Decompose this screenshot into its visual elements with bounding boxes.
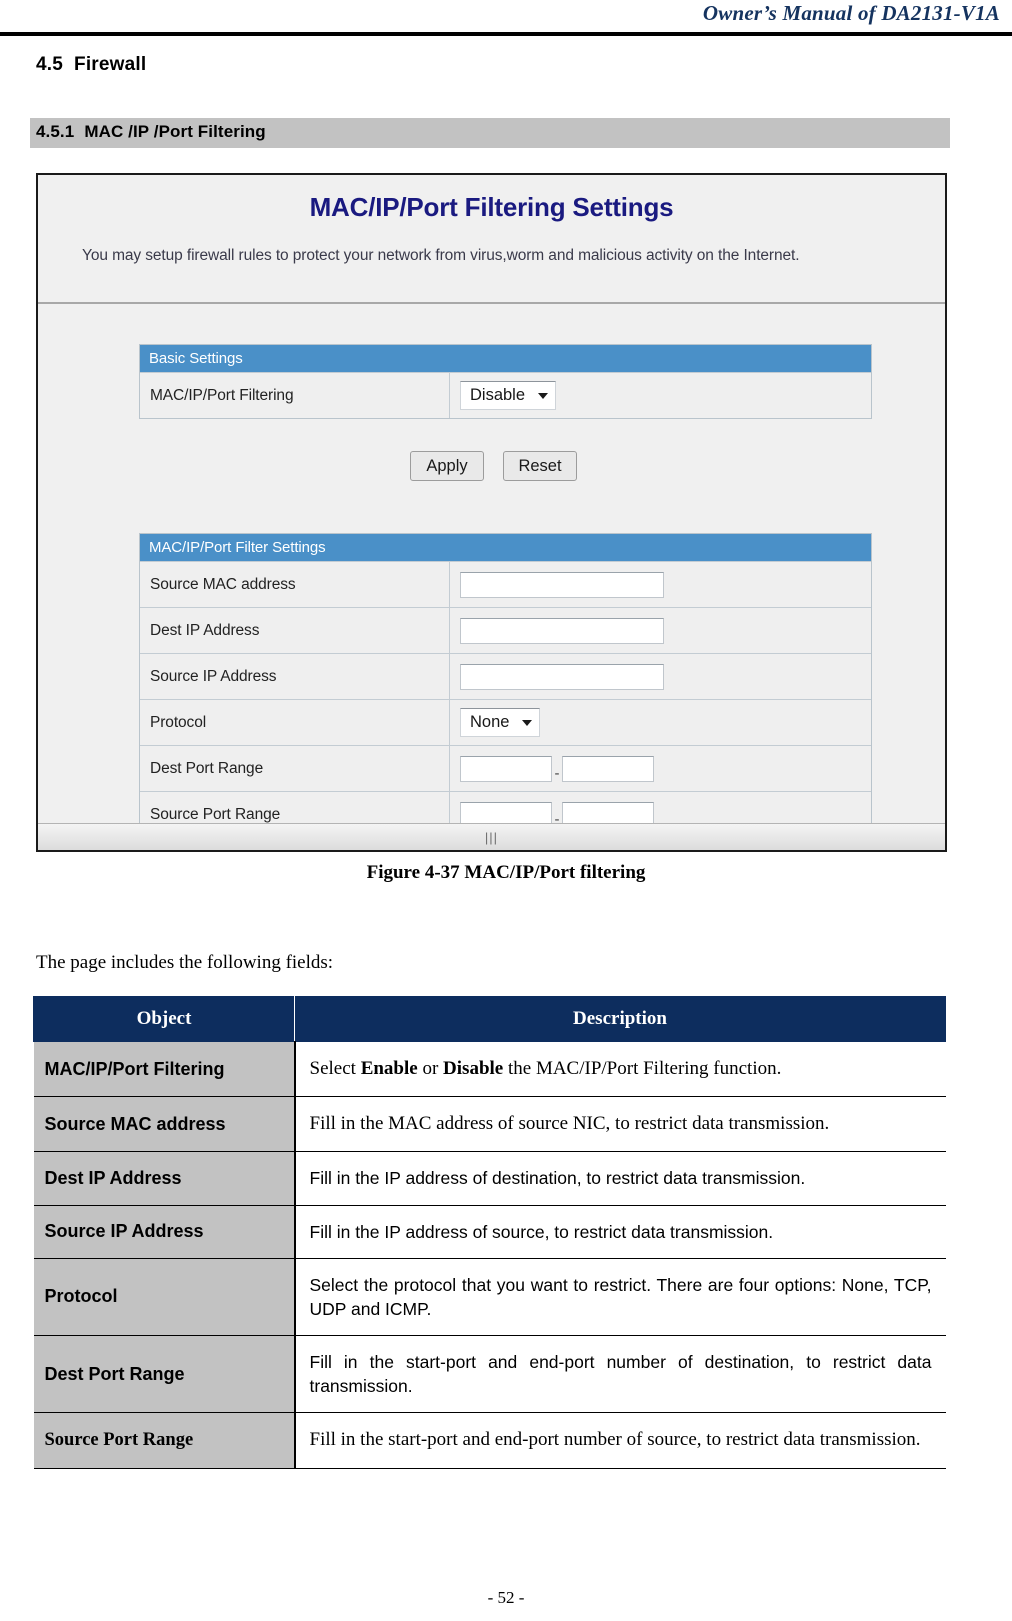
field-description-cell: Fill in the start-port and end-port numb… bbox=[294, 1412, 946, 1469]
header-rule-divider bbox=[0, 32, 1012, 36]
row-source-ip-address: Source IP Address bbox=[140, 653, 871, 699]
mac-ip-port-filtering-select-value: Disable bbox=[470, 386, 526, 404]
figure-caption: Figure 4-37 MAC/IP/Port filtering bbox=[366, 862, 646, 883]
value-source-ip-address bbox=[450, 654, 871, 699]
field-description-cell: Select the protocol that you want to res… bbox=[294, 1258, 946, 1337]
label-source-ip-address: Source IP Address bbox=[140, 654, 450, 699]
field-table-body: MAC/IP/Port Filtering Select Enable or Di… bbox=[33, 1041, 946, 1469]
chevron-down-icon bbox=[522, 719, 533, 726]
mac-ip-port-filtering-select[interactable]: Disable bbox=[460, 381, 557, 410]
dest-ip-address-input[interactable] bbox=[460, 617, 664, 644]
row-source-mac-address: Source MAC address bbox=[140, 561, 871, 607]
column-header-object: Object bbox=[33, 996, 295, 1042]
value-mac-ip-port-filtering: Disable bbox=[450, 373, 871, 418]
subsection-number: 4.5.1 bbox=[36, 122, 75, 141]
row-dest-ip-address: Dest IP Address bbox=[140, 607, 871, 653]
field-object-cell: Source Port Range bbox=[33, 1412, 296, 1469]
subsection-heading-band: 4.5.1 MAC /IP /Port Filtering bbox=[30, 118, 950, 148]
table-row: Source IP Address Fill in the IP address … bbox=[33, 1205, 946, 1259]
subsection-title: MAC /IP /Port Filtering bbox=[84, 122, 266, 141]
dest-port-range-start-input[interactable] bbox=[460, 755, 552, 782]
field-description-cell: Fill in the IP address of source, to res… bbox=[294, 1205, 946, 1259]
intro-paragraph: The page includes the following fields: bbox=[36, 952, 334, 973]
column-header-description: Description bbox=[294, 996, 946, 1042]
row-protocol: Protocol None bbox=[140, 699, 871, 745]
field-description-cell: Select Enable or Disable the MAC/IP/Port… bbox=[294, 1041, 946, 1098]
screenshot-page-title: MAC/IP/Port Filtering Settings bbox=[309, 192, 674, 222]
field-object-cell: Dest IP Address bbox=[33, 1151, 296, 1206]
section-heading-firewall: 4.5 Firewall bbox=[36, 54, 146, 76]
table-row: Source MAC address Fill in the MAC addres… bbox=[33, 1096, 946, 1153]
apply-button[interactable]: Apply bbox=[410, 451, 484, 481]
field-description-cell: Fill in the start-port and end-port numb… bbox=[294, 1335, 946, 1414]
section-number: 4.5 bbox=[36, 54, 64, 75]
reset-button[interactable]: Reset bbox=[503, 451, 577, 481]
running-header: Owner’s Manual of DA2131-V1A bbox=[0, 0, 1012, 36]
value-source-mac-address bbox=[450, 562, 871, 607]
basic-settings-header: Basic Settings bbox=[140, 345, 871, 372]
protocol-select-value: None bbox=[470, 713, 510, 731]
screenshot-scrollbar[interactable]: ||| bbox=[38, 823, 945, 850]
label-mac-ip-port-filtering: MAC/IP/Port Filtering bbox=[140, 373, 450, 418]
label-dest-port-range: Dest Port Range bbox=[140, 746, 450, 791]
dest-port-range-separator: - bbox=[554, 764, 560, 782]
value-protocol: None bbox=[450, 700, 871, 745]
basic-settings-buttons: Apply Reset bbox=[410, 451, 577, 481]
protocol-select[interactable]: None bbox=[460, 708, 541, 737]
field-object-cell: MAC/IP/Port Filtering bbox=[33, 1041, 296, 1098]
filter-settings-panel: MAC/IP/Port Filter Settings Source MAC a… bbox=[139, 533, 872, 838]
value-dest-port-range: - bbox=[450, 746, 871, 791]
filter-settings-header: MAC/IP/Port Filter Settings bbox=[140, 534, 871, 561]
figure-screenshot: MAC/IP/Port Filtering Settings You may s… bbox=[36, 173, 947, 852]
field-object-cell: Source IP Address bbox=[33, 1205, 296, 1259]
row-dest-port-range: Dest Port Range - bbox=[140, 745, 871, 791]
dest-port-range-end-input[interactable] bbox=[562, 755, 654, 782]
field-object-cell: Protocol bbox=[33, 1258, 296, 1337]
screenshot-page-description: You may setup firewall rules to protect … bbox=[82, 247, 800, 264]
table-row: Source Port Range Fill in the start-port … bbox=[33, 1412, 946, 1469]
label-protocol: Protocol bbox=[140, 700, 450, 745]
subsection-heading: 4.5.1 MAC /IP /Port Filtering bbox=[36, 122, 266, 142]
table-row: Dest IP Address Fill in the IP address of… bbox=[33, 1151, 946, 1206]
row-mac-ip-port-filtering: MAC/IP/Port Filtering Disable bbox=[140, 372, 871, 418]
field-description-cell: Fill in the MAC address of source NIC, t… bbox=[294, 1096, 946, 1153]
label-dest-ip-address: Dest IP Address bbox=[140, 608, 450, 653]
table-row: MAC/IP/Port Filtering Select Enable or Di… bbox=[33, 1041, 946, 1098]
table-row: Protocol Select the protocol that you wan… bbox=[33, 1258, 946, 1337]
table-header-row: Object Description bbox=[33, 996, 946, 1042]
table-row: Dest Port Range Fill in the start-port an… bbox=[33, 1335, 946, 1414]
scrollbar-grip-icon: ||| bbox=[484, 829, 499, 845]
label-source-mac-address: Source MAC address bbox=[140, 562, 450, 607]
field-description-table: Object Description MAC/IP/Port Filtering… bbox=[33, 996, 946, 1469]
value-dest-ip-address bbox=[450, 608, 871, 653]
source-ip-address-input[interactable] bbox=[460, 663, 664, 690]
manual-title: Owner’s Manual of DA2131-V1A bbox=[702, 1, 1000, 25]
page-number-footer: - 52 - bbox=[487, 1588, 525, 1607]
field-description-cell: Fill in the IP address of destination, t… bbox=[294, 1151, 946, 1206]
screenshot-divider bbox=[38, 302, 945, 304]
chevron-down-icon bbox=[538, 392, 549, 399]
section-title: Firewall bbox=[74, 54, 147, 75]
source-mac-address-input[interactable] bbox=[460, 571, 664, 598]
field-object-cell: Dest Port Range bbox=[33, 1335, 296, 1414]
basic-settings-panel: Basic Settings MAC/IP/Port Filtering Dis… bbox=[139, 344, 872, 419]
field-object-cell: Source MAC address bbox=[33, 1096, 296, 1153]
